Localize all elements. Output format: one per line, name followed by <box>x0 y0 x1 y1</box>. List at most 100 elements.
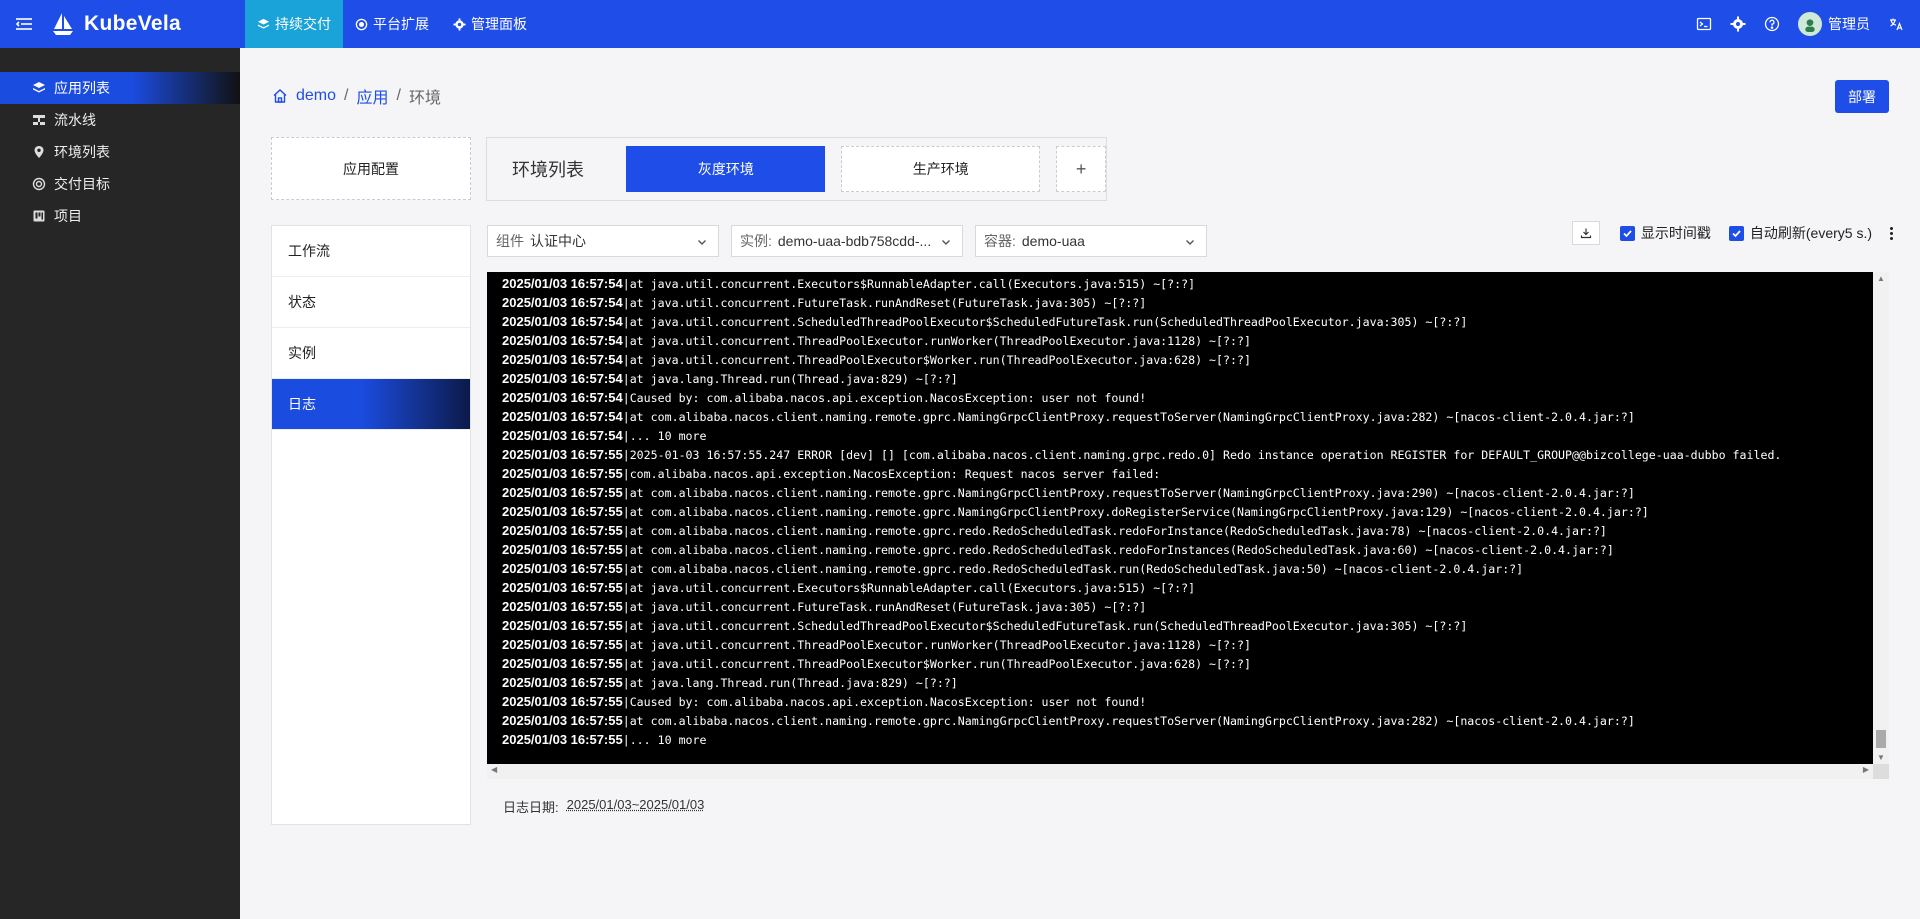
menu-toggle-icon[interactable] <box>0 0 48 48</box>
deploy-button[interactable]: 部署 <box>1835 80 1889 113</box>
location-icon <box>34 146 44 158</box>
env-tab-production[interactable]: 生产环境 <box>841 146 1041 192</box>
auto-refresh-toggle[interactable]: 自动刷新(every5 s.) <box>1728 223 1872 243</box>
env-list-title: 环境列表 <box>512 160 584 180</box>
log-line: 2025/01/03 16:57:55|at java.util.concurr… <box>502 578 1873 597</box>
topnav-admin-panel[interactable]: 管理面板 <box>441 0 539 48</box>
log-timestamp: 2025/01/03 16:57:54 <box>502 352 623 367</box>
log-separator: | <box>622 714 630 728</box>
menu-item-instances[interactable]: 实例 <box>272 328 470 379</box>
component-select[interactable]: 组件 认证中心 <box>487 225 719 257</box>
app-config-tab[interactable]: 应用配置 <box>271 137 471 200</box>
log-horizontal-scrollbar[interactable]: ◀ ▶ <box>487 764 1873 779</box>
env-detail-menu: 工作流 状态 实例 日志 <box>271 225 471 825</box>
log-date-label: 日志日期: <box>503 800 559 815</box>
breadcrumb-project[interactable]: demo <box>296 87 336 105</box>
log-timestamp: 2025/01/03 16:57:55 <box>502 618 623 633</box>
top-nav: 持续交付 平台扩展 管理面板 <box>245 0 539 48</box>
log-separator: | <box>622 657 630 671</box>
scroll-left-icon[interactable]: ◀ <box>491 765 497 774</box>
breadcrumb-separator: / <box>344 87 349 104</box>
log-timestamp: 2025/01/03 16:57:55 <box>502 694 623 709</box>
container-select-label: 容器: <box>984 233 1016 249</box>
topnav-continuous-delivery[interactable]: 持续交付 <box>245 0 343 48</box>
scroll-down-icon[interactable]: ▼ <box>1877 753 1885 762</box>
component-select-value: 认证中心 <box>530 233 586 249</box>
scrollbar-thumb[interactable] <box>1876 730 1886 748</box>
container-select[interactable]: 容器: demo-uaa <box>975 225 1207 257</box>
menu-item-workflow[interactable]: 工作流 <box>272 226 470 277</box>
log-timestamp: 2025/01/03 16:57:54 <box>502 276 623 291</box>
log-timestamp: 2025/01/03 16:57:55 <box>502 675 623 690</box>
log-viewer[interactable]: 2025/01/03 16:57:54|at java.util.concurr… <box>487 272 1873 764</box>
settings-icon[interactable] <box>1730 16 1746 32</box>
breadcrumb-separator: / <box>396 87 401 104</box>
brand-logo[interactable]: KubeVela <box>50 11 245 37</box>
top-bar: KubeVela 持续交付 平台扩展 管理面板 管理员 <box>0 0 1920 48</box>
log-tools: 显示时间戳 自动刷新(every5 s.) <box>1571 221 1894 245</box>
brand-name: KubeVela <box>84 12 181 35</box>
log-line: 2025/01/03 16:57:54|at java.lang.Thread.… <box>502 369 1873 388</box>
more-options-icon[interactable] <box>1888 226 1894 240</box>
chevron-down-icon <box>942 240 950 245</box>
check-icon <box>1732 229 1741 237</box>
log-vertical-scrollbar[interactable]: ▲ ▼ <box>1873 272 1889 764</box>
scroll-up-icon[interactable]: ▲ <box>1877 274 1885 283</box>
instance-select[interactable]: 实例: demo-uaa-bdb758cdd-... <box>731 225 963 257</box>
checkbox-checked[interactable] <box>1619 225 1635 241</box>
topnav-label: 管理面板 <box>471 16 527 32</box>
add-env-button[interactable]: + <box>1056 146 1107 192</box>
checkbox-checked[interactable] <box>1728 225 1744 241</box>
log-separator: | <box>622 448 630 462</box>
sidebar: 应用列表 流水线 环境列表 交付目标 项目 <box>0 48 240 919</box>
sidebar-item-pipeline[interactable]: 流水线 <box>0 104 240 136</box>
show-timestamp-toggle[interactable]: 显示时间戳 <box>1619 223 1711 243</box>
chevron-down-icon <box>698 240 706 245</box>
breadcrumb-app[interactable]: 应用 <box>356 84 388 108</box>
log-separator: | <box>622 676 630 690</box>
log-message: at com.alibaba.nacos.client.naming.remot… <box>629 524 1607 538</box>
log-timestamp: 2025/01/03 16:57:55 <box>502 504 623 519</box>
log-timestamp: 2025/01/03 16:57:54 <box>502 314 623 329</box>
terminal-icon[interactable] <box>1696 16 1712 32</box>
sidebar-item-environments[interactable]: 环境列表 <box>0 136 240 168</box>
sidebar-item-label: 环境列表 <box>54 144 110 160</box>
pipeline-icon <box>33 115 45 125</box>
log-message: at com.alibaba.nacos.client.naming.remot… <box>629 505 1649 519</box>
scroll-right-icon[interactable]: ▶ <box>1863 765 1869 774</box>
log-message: Caused by: com.alibaba.nacos.api.excepti… <box>629 391 1147 405</box>
avatar <box>1798 12 1822 36</box>
log-line: 2025/01/03 16:57:55|at java.lang.Thread.… <box>502 673 1873 692</box>
sidebar-item-label: 交付目标 <box>54 176 110 192</box>
log-message: at java.util.concurrent.ScheduledThreadP… <box>629 315 1468 329</box>
log-message: com.alibaba.nacos.api.exception.NacosExc… <box>629 467 1161 481</box>
scrollbar-corner <box>1873 764 1889 779</box>
user-menu[interactable]: 管理员 <box>1798 12 1870 36</box>
env-tab-gray[interactable]: 灰度环境 <box>626 146 826 192</box>
log-timestamp: 2025/01/03 16:57:55 <box>502 637 623 652</box>
log-timestamp: 2025/01/03 16:57:55 <box>502 542 623 557</box>
log-timestamp: 2025/01/03 16:57:54 <box>502 333 623 348</box>
menu-item-status[interactable]: 状态 <box>272 277 470 328</box>
menu-item-logs[interactable]: 日志 <box>272 379 470 430</box>
sidebar-item-projects[interactable]: 项目 <box>0 200 240 232</box>
user-name: 管理员 <box>1828 16 1870 32</box>
log-date-range[interactable]: 2025/01/03~2025/01/03 <box>567 797 705 816</box>
log-timestamp: 2025/01/03 16:57:55 <box>502 485 623 500</box>
help-icon[interactable] <box>1764 16 1780 32</box>
language-icon[interactable] <box>1888 16 1904 32</box>
log-line: 2025/01/03 16:57:55|at com.alibaba.nacos… <box>502 711 1873 730</box>
sidebar-item-targets[interactable]: 交付目标 <box>0 168 240 200</box>
topnav-platform-extension[interactable]: 平台扩展 <box>343 0 441 48</box>
log-line: 2025/01/03 16:57:54|at java.util.concurr… <box>502 312 1873 331</box>
log-separator: | <box>622 638 630 652</box>
home-icon[interactable] <box>272 88 288 104</box>
puzzle-icon <box>355 18 368 30</box>
log-line: 2025/01/03 16:57:55|2025-01-03 16:57:55.… <box>502 445 1873 464</box>
download-button[interactable] <box>1571 221 1600 245</box>
sidebar-item-apps[interactable]: 应用列表 <box>0 72 240 104</box>
log-separator: | <box>622 467 630 481</box>
log-separator: | <box>622 277 630 291</box>
log-separator: | <box>622 581 630 595</box>
breadcrumb: demo / 应用 / 环境 <box>272 84 441 108</box>
